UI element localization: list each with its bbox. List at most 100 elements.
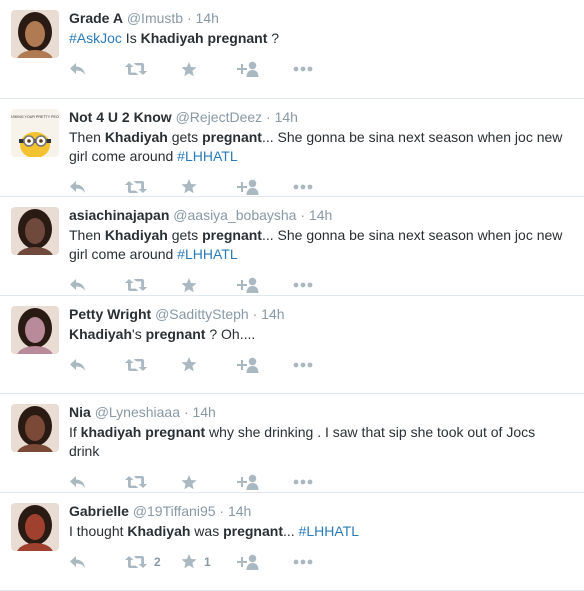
text-segment: 's (132, 325, 146, 342)
avatar[interactable] (11, 404, 59, 452)
reply-icon (70, 555, 85, 568)
tweet-timestamp[interactable]: 14h (275, 109, 298, 125)
reply-button[interactable] (69, 358, 125, 372)
tweet-username[interactable]: @Imustb (127, 10, 183, 26)
avatar[interactable]: I'M ASKING YOUR PRETTY PEOPLE (11, 108, 59, 157)
tweet-header: Nia @Lyneshiaaa · 14h (69, 403, 572, 421)
text-segment: gets (167, 128, 203, 145)
highlighted-term: Khadiyah (104, 227, 168, 243)
star-icon (181, 554, 197, 569)
follow-button[interactable] (237, 554, 293, 570)
star-icon (181, 474, 197, 489)
text-segment: I thought (69, 522, 128, 539)
retweet-button[interactable] (125, 180, 181, 194)
separator-dot: · (252, 305, 258, 322)
avatar[interactable] (11, 502, 59, 551)
tweet-text: Then Khadiyah gets pregnant... She gonna… (69, 226, 572, 264)
tweet-fullname[interactable]: Not 4 U 2 Know (69, 109, 172, 125)
tweet-text: If khadiyah pregnant why she drinking . … (69, 423, 572, 461)
text-segment: was (190, 522, 224, 539)
more-button[interactable] (293, 66, 349, 72)
star-icon (181, 179, 197, 194)
star-icon (181, 61, 197, 76)
tweet[interactable]: Petty Wright @SadittySteph · 14h Khadiya… (0, 296, 584, 394)
retweet-icon (125, 476, 147, 488)
favorite-button[interactable] (181, 474, 237, 490)
retweet-icon (125, 358, 147, 371)
follow-button[interactable] (237, 474, 293, 490)
follow-icon (237, 474, 259, 490)
retweet-button[interactable] (125, 358, 181, 372)
hashtag-link[interactable]: #LHHATL (177, 246, 237, 262)
favorite-button[interactable]: 1 (181, 554, 237, 569)
avatar-caption: I'M ASKING YOUR PRETTY PEOPLE (11, 115, 59, 119)
tweet-username[interactable]: @RejectDeez (176, 109, 263, 125)
favorite-button[interactable] (181, 61, 237, 77)
more-button[interactable] (293, 362, 349, 368)
tweet-fullname[interactable]: Grade A (69, 10, 123, 26)
separator-dot: · (186, 10, 192, 26)
retweet-icon (125, 555, 147, 568)
tweet-header: Gabrielle @19Tiffani95 · 14h (69, 502, 572, 520)
follow-button[interactable] (237, 357, 293, 373)
highlighted-term: Khadiyah (104, 128, 168, 145)
tweet-username[interactable]: @SadittySteph (155, 306, 249, 322)
favorite-button[interactable] (181, 179, 237, 194)
tweet[interactable]: Gabrielle @19Tiffani95 · 14h I thought K… (0, 493, 584, 591)
follow-button[interactable] (237, 61, 293, 77)
hashtag-link[interactable]: #AskJoc (69, 30, 122, 46)
tweet-timestamp[interactable]: 14h (228, 503, 251, 519)
favorite-button[interactable] (181, 357, 237, 372)
tweet[interactable]: asiachinajapan @aasiya_bobaysha · 14h Th… (0, 197, 584, 296)
tweet[interactable]: Grade A @Imustb · 14h #AskJoc Is Khadiya… (0, 0, 584, 99)
tweet-fullname[interactable]: asiachinajapan (69, 207, 169, 223)
more-button[interactable] (293, 184, 349, 190)
reply-button[interactable] (69, 555, 125, 569)
avatar-image (11, 10, 59, 58)
tweet-timestamp[interactable]: 14h (309, 207, 332, 223)
tweet[interactable]: I'M ASKING YOUR PRETTY PEOPLE Not 4 U 2 … (0, 99, 584, 197)
more-button[interactable] (293, 559, 349, 565)
tweet-username[interactable]: @19Tiffani95 (133, 503, 216, 519)
tweet-timestamp[interactable]: 14h (261, 306, 284, 322)
hashtag-link[interactable]: #LHHATL (299, 523, 359, 539)
more-button[interactable] (293, 479, 349, 485)
reply-button[interactable] (69, 180, 125, 194)
reply-button[interactable] (69, 62, 125, 76)
tweet-username[interactable]: @Lyneshiaaa (95, 404, 180, 420)
reply-icon (70, 279, 85, 291)
avatar[interactable] (11, 207, 59, 255)
tweet-timestamp[interactable]: 14h (192, 404, 215, 420)
avatar-image (11, 207, 59, 255)
reply-icon (70, 358, 85, 371)
follow-icon (237, 61, 259, 77)
more-button[interactable] (293, 282, 349, 288)
tweet-fullname[interactable]: Petty Wright (69, 306, 151, 322)
retweet-button[interactable] (125, 475, 181, 489)
highlighted-term: pregnant (223, 522, 283, 539)
highlighted-term: pregnant (202, 128, 262, 145)
favorite-button[interactable] (181, 277, 237, 293)
tweet-fullname[interactable]: Nia (69, 404, 91, 420)
tweet-username[interactable]: @aasiya_bobaysha (173, 207, 296, 223)
separator-dot: · (266, 108, 271, 125)
text-segment: gets (167, 227, 203, 243)
separator-dot: · (183, 404, 189, 420)
follow-button[interactable] (237, 277, 293, 293)
tweet[interactable]: Nia @Lyneshiaaa · 14h If khadiyah pregna… (0, 394, 584, 493)
hashtag-link[interactable]: #LHHATL (177, 148, 237, 164)
tweet-timestamp[interactable]: 14h (196, 10, 219, 26)
follow-icon (237, 277, 259, 293)
avatar[interactable] (11, 10, 59, 58)
retweet-button[interactable]: 2 (125, 555, 181, 569)
reply-button[interactable] (69, 278, 125, 292)
follow-button[interactable] (237, 179, 293, 195)
retweet-button[interactable] (125, 278, 181, 292)
reply-icon (70, 476, 85, 488)
avatar[interactable] (11, 305, 59, 354)
reply-icon (70, 180, 85, 193)
tweet-fullname[interactable]: Gabrielle (69, 503, 129, 519)
highlighted-term: Khadiyah (69, 325, 133, 342)
reply-button[interactable] (69, 475, 125, 489)
retweet-button[interactable] (125, 62, 181, 76)
